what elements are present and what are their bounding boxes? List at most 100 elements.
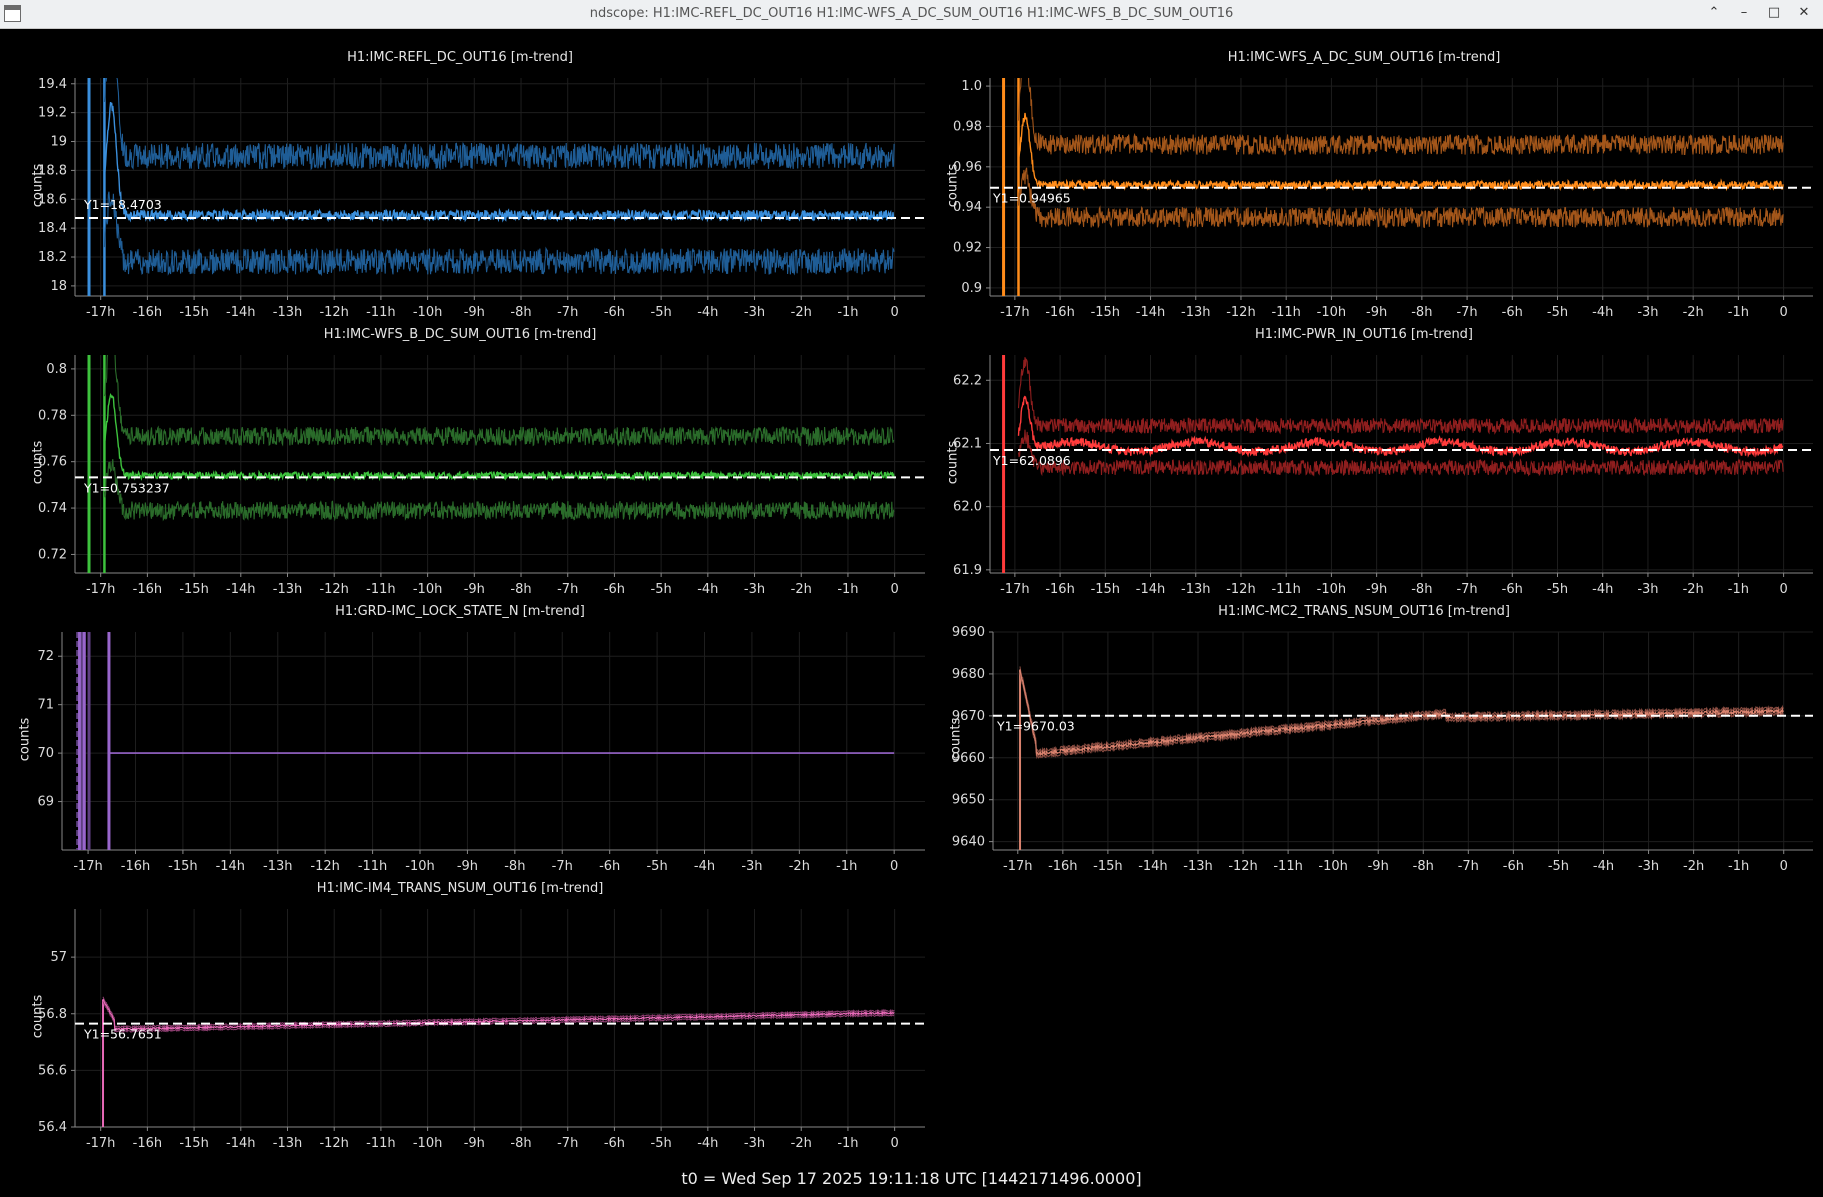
y-tick-label: 19	[50, 135, 67, 150]
trace-max	[103, 355, 895, 447]
x-tick-label: -17h	[86, 582, 115, 597]
x-tick-label: -9h	[457, 859, 478, 874]
x-tick-label: -4h	[697, 305, 718, 320]
plot-canvas[interactable]: 18 18.2 18.4 18.6 18.8 19 19.2 19.4 -17h -16h -15h…	[0, 50, 925, 320]
x-tick-label: -7h	[1456, 582, 1477, 597]
x-tick-label: -8h	[504, 859, 525, 874]
y-tick-label: 71	[37, 698, 54, 713]
y-tick-label: 19.2	[38, 106, 67, 121]
x-tick-label: -14h	[226, 1136, 255, 1151]
y-tick-label: 0.98	[953, 119, 982, 134]
y1-cursor-label: Y1=0.94965	[992, 191, 1071, 206]
x-tick-label: -5h	[1547, 582, 1568, 597]
trace-max	[1017, 78, 1784, 156]
x-tick-label: -17h	[86, 1136, 115, 1151]
plot-canvas[interactable]: 9640 9650 9660 9670 9680 9690 -17h -16h -15h -14h…	[905, 604, 1823, 874]
y-tick-label: 19.4	[38, 77, 67, 92]
x-tick-label: -16h	[1045, 305, 1074, 320]
plot-canvas[interactable]: 61.9 62.0 62.1 62.2 -17h -16h -15h -14h -13h -12h…	[905, 327, 1823, 597]
x-tick-label: -11h	[366, 305, 395, 320]
x-tick-label: -8h	[510, 305, 531, 320]
x-tick-label: -10h	[1317, 582, 1346, 597]
x-tick-label: -1h	[1728, 305, 1749, 320]
x-tick-label: -16h	[1048, 859, 1077, 874]
x-tick-label: -8h	[1411, 305, 1432, 320]
y-tick-label: 62.0	[953, 500, 982, 515]
x-tick-label: -1h	[836, 859, 857, 874]
plot-wfsa[interactable]: H1:IMC-WFS_A_DC_SUM_OUT16 [m-trend] count…	[905, 50, 1823, 320]
x-tick-label: 0	[1780, 859, 1788, 874]
plot-canvas[interactable]: 0.72 0.74 0.76 0.78 0.8 -17h -16h -15h -14h -13h -…	[0, 327, 925, 597]
x-tick-label: -8h	[1411, 582, 1432, 597]
x-tick-label: -2h	[1683, 582, 1704, 597]
x-tick-label: -16h	[133, 1136, 162, 1151]
y1-cursor-label: Y1=9670.03	[996, 719, 1075, 734]
x-tick-label: -16h	[1045, 582, 1074, 597]
close-button[interactable]: ✕	[1795, 3, 1813, 23]
plot-grd[interactable]: H1:GRD-IMC_LOCK_STATE_N [m-trend] counts 6…	[0, 604, 925, 874]
x-tick-label: -10h	[413, 305, 442, 320]
plot-traces	[87, 78, 895, 296]
x-tick-label: -13h	[263, 859, 292, 874]
y-tick-label: 9660	[952, 751, 985, 766]
x-tick-label: -4h	[1593, 859, 1614, 874]
x-tick-label: -11h	[1271, 305, 1300, 320]
x-tick-label: -17h	[1003, 859, 1032, 874]
x-tick-label: -13h	[1181, 305, 1210, 320]
x-tick-label: -1h	[1728, 582, 1749, 597]
x-tick-label: -7h	[557, 305, 578, 320]
x-tick-label: -12h	[319, 1136, 348, 1151]
x-tick-label: -15h	[1091, 305, 1120, 320]
plot-im4[interactable]: H1:IMC-IM4_TRANS_NSUM_OUT16 [m-trend] cou…	[0, 881, 925, 1151]
x-tick-label: -3h	[1637, 582, 1658, 597]
x-tick-label: -7h	[552, 859, 573, 874]
y-tick-label: 9680	[952, 667, 985, 682]
trace-min	[103, 459, 895, 522]
keep-above-button[interactable]: ⌃	[1705, 3, 1723, 23]
y-tick-label: 0.74	[38, 501, 67, 516]
trace-min	[103, 191, 895, 277]
y-tick-label: 0.8	[46, 362, 67, 377]
x-tick-label: -7h	[1456, 305, 1477, 320]
x-tick-label: -5h	[1548, 859, 1569, 874]
trace-max	[1019, 666, 1784, 754]
maximize-button[interactable]: □	[1765, 3, 1783, 23]
x-tick-label: -3h	[744, 1136, 765, 1151]
x-tick-label: 0	[891, 305, 899, 320]
x-tick-label: -10h	[1318, 859, 1347, 874]
x-tick-label: -9h	[464, 582, 485, 597]
plot-canvas[interactable]: 56.4 56.6 56.8 57 -17h -16h -15h -14h -13h -12h -1…	[0, 881, 925, 1151]
minimize-button[interactable]: –	[1735, 3, 1753, 23]
plot-canvas[interactable]: 69 70 71 72 -17h -16h -15h -14h -13h -12h -11h -10h…	[0, 604, 925, 874]
x-tick-label: -11h	[358, 859, 387, 874]
x-tick-label: -16h	[133, 305, 162, 320]
y-tick-label: 18.4	[38, 221, 67, 236]
y-tick-label: 18.2	[38, 250, 67, 265]
x-tick-label: -6h	[604, 305, 625, 320]
x-tick-label: -12h	[310, 859, 339, 874]
x-tick-label: -12h	[319, 582, 348, 597]
x-tick-label: -3h	[1637, 305, 1658, 320]
y-tick-label: 18	[50, 279, 67, 294]
plot-refl[interactable]: H1:IMC-REFL_DC_OUT16 [m-trend] counts 18 18…	[0, 50, 925, 320]
x-tick-label: -2h	[789, 859, 810, 874]
plot-mc2[interactable]: H1:IMC-MC2_TRANS_NSUM_OUT16 [m-trend] cou…	[905, 604, 1823, 874]
x-tick-label: -5h	[646, 859, 667, 874]
y-tick-label: 62.1	[953, 436, 982, 451]
x-tick-label: -11h	[1273, 859, 1302, 874]
x-tick-label: -12h	[1228, 859, 1257, 874]
y-tick-label: 9640	[952, 835, 985, 850]
plot-wfsb[interactable]: H1:IMC-WFS_B_DC_SUM_OUT16 [m-trend] count…	[0, 327, 925, 597]
plot-pwr[interactable]: H1:IMC-PWR_IN_OUT16 [m-trend] counts 61.9 6…	[905, 327, 1823, 597]
x-tick-label: -17h	[73, 859, 102, 874]
x-tick-label: -16h	[121, 859, 150, 874]
plot-canvas[interactable]: 0.9 0.92 0.94 0.96 0.98 1.0 -17h -16h -15h -14h -1…	[905, 50, 1823, 320]
y-tick-label: 0.78	[38, 408, 67, 423]
y1-cursor-label: Y1=56.7651	[83, 1027, 162, 1042]
x-tick-label: -3h	[1638, 859, 1659, 874]
x-tick-label: 0	[891, 582, 899, 597]
x-tick-label: -11h	[366, 582, 395, 597]
x-tick-label: -4h	[1592, 582, 1613, 597]
x-tick-label: -15h	[168, 859, 197, 874]
x-tick-label: -13h	[1183, 859, 1212, 874]
